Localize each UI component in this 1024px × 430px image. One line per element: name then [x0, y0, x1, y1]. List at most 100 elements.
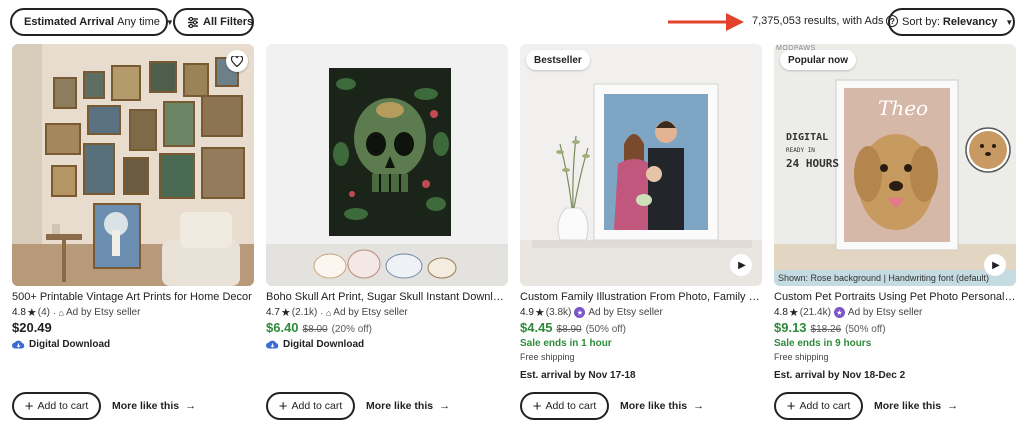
image-text-digital: DIGITAL [786, 132, 829, 143]
add-to-cart-button[interactable]: + Add to cart [774, 392, 863, 420]
all-filters-button[interactable]: All Filters [173, 8, 254, 36]
plus-icon: + [278, 397, 288, 415]
price-row: $4.45 $8.90 (50% off) [520, 320, 626, 335]
listing-card-4[interactable]: MODPAWS Theo DIGITAL READY IN 24 HOURS P… [774, 44, 1016, 430]
free-shipping-text: Free shipping [774, 352, 829, 362]
star-seller-icon: ★ [833, 307, 845, 318]
star-icon: ★ [280, 307, 291, 319]
star-icon: ★ [788, 307, 799, 319]
star-icon: ★ [534, 307, 545, 319]
sliders-icon [187, 16, 199, 28]
image-caption: Shown: Rose background | Handwriting fon… [774, 270, 1016, 286]
original-price: $8.90 [556, 324, 582, 335]
digital-download-label: Digital Download [12, 339, 110, 350]
play-video-button[interactable]: ▶ [730, 254, 752, 276]
listing-title[interactable]: Custom Family Illustration From Photo, F… [520, 291, 762, 303]
favorite-button[interactable] [226, 50, 248, 72]
digital-download-label: Digital Download [266, 339, 364, 350]
pet-name-text: Theo [878, 96, 929, 120]
add-to-cart-label: Add to cart [799, 400, 851, 412]
add-to-cart-button[interactable]: + Add to cart [12, 392, 101, 420]
plus-icon: + [24, 397, 34, 415]
discount-percent: (20% off) [331, 324, 372, 335]
listing-rating: 4.7 ★ (2.1k) · ⌂ Ad by Etsy seller [266, 306, 408, 319]
plus-icon: + [786, 397, 796, 415]
add-to-cart-button[interactable]: + Add to cart [520, 392, 609, 420]
ad-shop-icon: · ⌂ [320, 307, 332, 318]
listing-rating: 4.8 ★ (21.4k) ★ Ad by Etsy seller [774, 306, 922, 319]
sale-price: $9.13 [774, 320, 807, 335]
listing-card-3[interactable]: Bestseller Custom Family Illustration Fr… [520, 44, 762, 430]
listing-image[interactable] [12, 44, 254, 286]
review-count: (4) [37, 307, 51, 318]
sale-ends-text: Sale ends in 1 hour [520, 338, 612, 349]
more-like-this-link[interactable]: More like this → [366, 400, 450, 412]
play-video-button[interactable]: ▶ [984, 254, 1006, 276]
cloud-download-icon [12, 340, 25, 349]
listing-title[interactable]: 500+ Printable Vintage Art Prints for Ho… [12, 291, 254, 303]
more-like-this-link[interactable]: More like this → [874, 400, 958, 412]
rating-value: 4.7 [266, 307, 280, 318]
listing-title[interactable]: Boho Skull Art Print, Sugar Skull Instan… [266, 291, 508, 303]
listing-image[interactable]: MODPAWS Theo DIGITAL READY IN 24 HOURS P… [774, 44, 1016, 286]
more-like-this-link[interactable]: More like this → [620, 400, 704, 412]
arrow-right-icon: → [693, 400, 705, 412]
discount-percent: (50% off) [585, 324, 626, 335]
sale-ends-text: Sale ends in 9 hours [774, 338, 872, 349]
sort-label: Sort by: [902, 16, 940, 28]
more-like-this-label: More like this [112, 400, 180, 412]
play-icon: ▶ [738, 259, 746, 271]
rating-value: 4.8 [774, 307, 788, 318]
red-arrow-annotation [668, 13, 744, 31]
price: $20.49 [12, 320, 52, 335]
more-like-this-link[interactable]: More like this → [112, 400, 196, 412]
rating-value: 4.9 [520, 307, 534, 318]
listing-card-1[interactable]: 500+ Printable Vintage Art Prints for Ho… [12, 44, 254, 430]
more-like-this-label: More like this [620, 400, 688, 412]
rating-value: 4.8 [12, 307, 26, 318]
arrow-right-icon: → [185, 400, 197, 412]
discount-percent: (50% off) [845, 324, 886, 335]
cloud-download-icon [266, 340, 279, 349]
star-seller-icon: ★ [574, 307, 586, 318]
results-count: 7,375,053 results, with Ads ? [752, 15, 899, 27]
star-icon: ★ [26, 307, 37, 319]
ad-label: Ad by Etsy seller [65, 307, 141, 318]
digital-download-text: Digital Download [29, 339, 111, 350]
review-count: (21.4k) [799, 307, 831, 318]
digital-download-text: Digital Download [283, 339, 365, 350]
original-price: $8.00 [302, 324, 328, 335]
play-icon: ▶ [992, 259, 1000, 271]
free-shipping-text: Free shipping [520, 352, 575, 362]
image-text-ready: READY IN [786, 147, 815, 154]
listing-image[interactable] [266, 44, 508, 286]
listing-image[interactable]: Bestseller [520, 44, 762, 286]
more-like-this-label: More like this [366, 400, 434, 412]
add-to-cart-label: Add to cart [37, 400, 89, 412]
ad-label: Ad by Etsy seller [588, 307, 663, 318]
price-row: $6.40 $8.00 (20% off) [266, 320, 372, 335]
add-to-cart-label: Add to cart [545, 400, 597, 412]
bestseller-badge: Bestseller [526, 50, 590, 70]
listing-title[interactable]: Custom Pet Portraits Using Pet Photo Per… [774, 291, 1016, 303]
add-to-cart-label: Add to cart [291, 400, 343, 412]
sale-price: $6.40 [266, 320, 299, 335]
estimated-arrival-text: Est. arrival by Nov 17-18 [520, 370, 636, 381]
more-like-this-label: More like this [874, 400, 942, 412]
sort-dropdown[interactable]: Sort by: Relevancy ▼ [888, 8, 1015, 36]
arrow-right-icon: → [947, 400, 959, 412]
ad-shop-icon: · ⌂ [53, 307, 64, 318]
heart-icon [231, 55, 243, 67]
all-filters-label: All Filters [203, 16, 254, 28]
original-price: $18.26 [810, 324, 842, 335]
listing-card-2[interactable]: Boho Skull Art Print, Sugar Skull Instan… [266, 44, 508, 430]
sale-price: $4.45 [520, 320, 553, 335]
add-to-cart-button[interactable]: + Add to cart [266, 392, 355, 420]
ad-label: Ad by Etsy seller [333, 307, 408, 318]
listing-rating: 4.9 ★ (3.8k) ★ Ad by Etsy seller [520, 306, 663, 319]
estimated-arrival-filter[interactable]: Estimated Arrival Any time ▼ [10, 8, 174, 36]
price-row: $9.13 $18.26 (50% off) [774, 320, 886, 335]
filter-label: Estimated Arrival [24, 16, 115, 28]
ad-label: Ad by Etsy seller [847, 307, 923, 318]
plus-icon: + [532, 397, 542, 415]
